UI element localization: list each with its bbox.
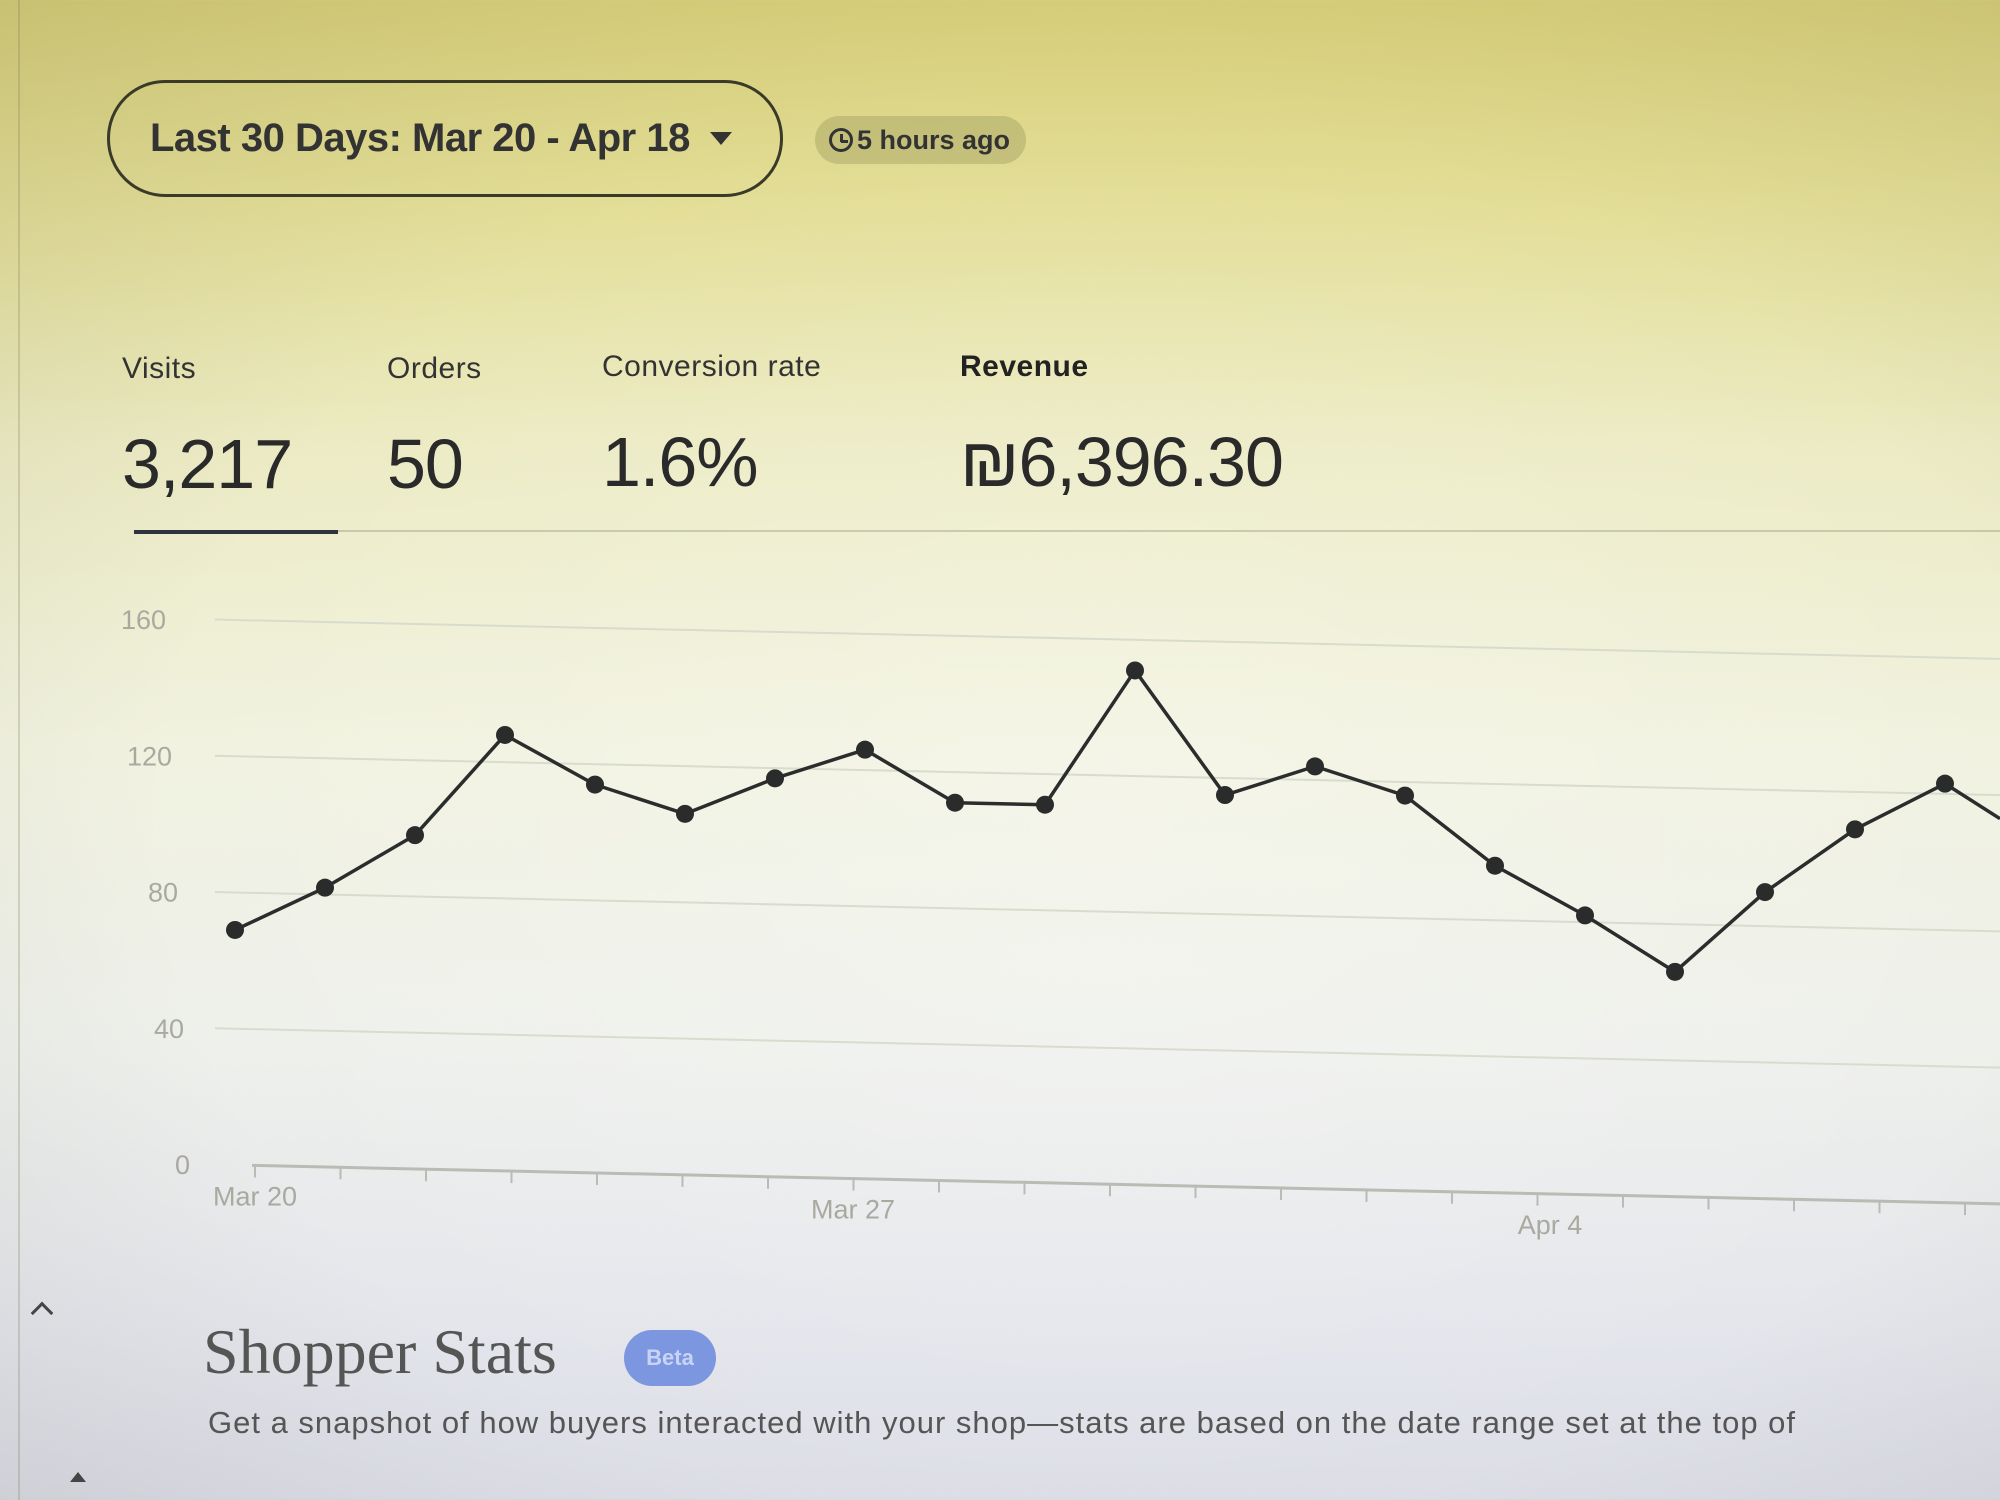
y-tick-label: 40 [154, 1014, 184, 1044]
data-point [1846, 820, 1864, 839]
data-point [676, 804, 694, 823]
data-point [766, 769, 784, 788]
data-point [1306, 757, 1324, 776]
y-tick-label: 80 [148, 878, 178, 908]
data-point [856, 740, 874, 759]
data-point [586, 775, 604, 794]
data-point [226, 920, 244, 939]
data-point [1666, 962, 1684, 981]
x-tick-label: Mar 27 [811, 1195, 895, 1225]
data-point [1036, 795, 1054, 814]
data-point [1216, 786, 1234, 805]
data-point [946, 793, 964, 812]
grid-line [214, 891, 2000, 933]
data-point [496, 725, 514, 744]
data-point [1756, 883, 1774, 902]
y-tick-label: 160 [121, 605, 166, 635]
beta-badge: Beta [624, 1330, 716, 1386]
y-tick-label: 120 [127, 741, 172, 771]
data-point [1936, 774, 1954, 793]
x-axis-line [251, 1163, 2000, 1206]
data-point [1126, 661, 1144, 680]
visits-line-chart: 0 40 80 120 160 Mar 20 Mar 27 Apr 4 [121, 605, 2000, 1240]
data-point [406, 826, 424, 845]
section-title: Shopper Stats [203, 1316, 557, 1387]
data-point [1576, 906, 1594, 925]
y-tick-label: 0 [175, 1150, 190, 1180]
grid-line [214, 1027, 2000, 1069]
series-line [234, 668, 1946, 974]
series-line-continuation [1944, 782, 2000, 821]
data-point [316, 878, 334, 897]
data-point [1396, 786, 1414, 805]
data-point [1486, 856, 1504, 875]
grid-line [214, 618, 2000, 660]
x-tick-label: Apr 4 [1518, 1210, 1583, 1240]
scroll-up-arrow-icon[interactable] [70, 1472, 86, 1482]
section-description: Get a snapshot of how buyers interacted … [208, 1405, 1797, 1440]
x-tick-label: Mar 20 [213, 1181, 297, 1211]
